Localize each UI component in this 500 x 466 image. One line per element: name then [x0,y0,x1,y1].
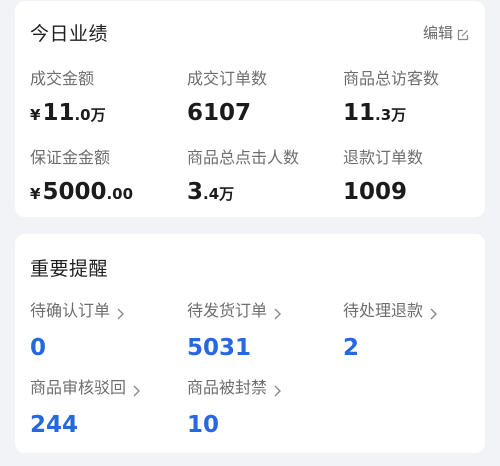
metric-label: 保证金金额 [30,148,111,167]
reminder-value: 244 [30,412,79,438]
reminder-label-row: 待处理退款 [343,301,493,321]
edit-button[interactable]: 编辑 [423,22,469,43]
metric-label: 商品总点击人数 [187,148,300,167]
reminder-label: 待确认订单 [30,301,111,320]
reminder-pending-ship[interactable]: 待发货订单 5031 [187,301,337,362]
reminder-label: 待发货订单 [187,301,268,320]
reminder-value: 5031 [187,335,252,361]
value-main: 3 [187,179,204,205]
metric-value: 6107 [187,99,337,127]
currency-symbol: ¥ [30,185,41,203]
metric-gmv: 成交金额 ¥11.0万 [30,69,180,129]
reminder-label: 待处理退款 [343,301,424,320]
reminder-pending-refund[interactable]: 待处理退款 2 [343,301,493,362]
metric-value: 1009 [343,178,493,206]
important-reminders-card: 重要提醒 待确认订单 0 待发货订单 5031 待处理退款 2 商品审核驳回 2… [15,234,485,453]
value-main: 1009 [343,179,408,205]
currency-symbol: ¥ [30,106,41,124]
chevron-right-icon [273,382,282,397]
value-small: .0万 [74,106,106,124]
metric-visitors: 商品总访客数 11.3万 [343,69,493,129]
value-small: .4万 [203,185,235,203]
reminder-value: 10 [187,412,220,438]
value-main: 5000 [42,179,107,205]
edit-label: 编辑 [422,24,453,42]
edit-icon [457,27,469,40]
metric-value: 11.3万 [343,99,493,129]
reminder-value: 2 [343,335,360,361]
value-main: 6107 [187,100,252,126]
metric-label: 商品总访客数 [343,69,440,88]
metric-label: 成交订单数 [187,69,268,88]
value-small: .00 [106,185,134,203]
metric-value: ¥5000.00 [30,178,180,208]
reminder-label-row: 商品审核驳回 [30,378,180,398]
metric-clicks: 商品总点击人数 3.4万 [187,148,337,208]
today-performance-title: 今日业绩 [30,23,109,45]
reminder-label-row: 待确认订单 [30,301,180,321]
reminder-value: 0 [30,335,47,361]
chevron-right-icon [116,305,125,320]
reminder-label: 商品审核驳回 [30,378,127,397]
reminder-pending-confirm[interactable]: 待确认订单 0 [30,301,180,362]
metric-value: ¥11.0万 [30,99,180,129]
metric-label: 退款订单数 [343,148,424,167]
reminder-label-row: 商品被封禁 [187,378,337,398]
chevron-right-icon [273,305,282,320]
reminder-label-row: 待发货订单 [187,301,337,321]
metric-refund-orders: 退款订单数 1009 [343,148,493,206]
metric-label: 成交金额 [30,69,95,88]
reminder-banned-products[interactable]: 商品被封禁 10 [187,378,337,439]
chevron-right-icon [429,305,438,320]
value-main: 11 [343,100,376,126]
important-reminders-title: 重要提醒 [30,258,109,280]
metric-deposit: 保证金金额 ¥5000.00 [30,148,180,208]
value-small: .3万 [375,106,407,124]
metric-order-count: 成交订单数 6107 [187,69,337,127]
reminder-label: 商品被封禁 [187,378,268,397]
today-performance-card: 今日业绩 编辑 成交金额 ¥11.0万 成交订单数 6107 商品总访客数 11… [15,1,485,217]
metric-value: 3.4万 [187,178,337,208]
reminder-review-rejected[interactable]: 商品审核驳回 244 [30,378,180,439]
value-main: 11 [42,100,75,126]
chevron-right-icon [132,382,141,397]
